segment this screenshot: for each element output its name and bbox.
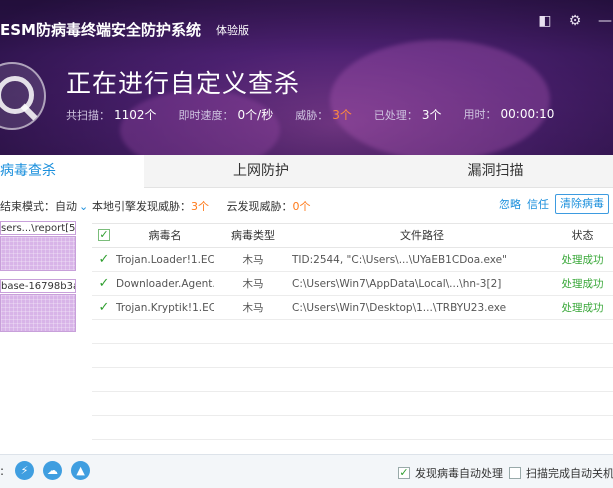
status-footer: : ⚡ ☁ ▲ ✓ 发现病毒自动处理 扫描完成自动关机 [0,454,613,488]
ignore-link[interactable]: 忽略 [499,196,521,212]
table-row[interactable]: ✓ Trojan.Loader!1.EC... 木马 TID:2544, "C:… [92,248,613,272]
scan-magnifier-icon [0,62,46,130]
table-row[interactable]: ✓ Downloader.Agent... 木马 C:\Users\Win7\A… [92,272,613,296]
checkmark-icon: ✓ [98,300,110,315]
checkmark-icon: ✓ [98,252,110,267]
cloud-upload-icon[interactable]: ▲ [71,461,91,480]
auto-shutdown-checkbox[interactable] [509,467,521,479]
threat-panel: 本地引擎发现威胁：3个 云发现威胁：0个 忽略 信任 清除病毒 ✓ 病毒名 病毒… [92,188,613,454]
stat-scanned: 共扫描： 1102个 [66,108,157,122]
checkmark-icon: ✓ [98,276,110,291]
empty-row [92,392,613,416]
table-header: ✓ 病毒名 病毒类型 文件路径 状态 [92,224,613,248]
empty-row [92,344,613,368]
scan-status-title: 正在进行自定义查杀 [66,69,301,98]
threat-summary: 本地引擎发现威胁：3个 云发现威胁：0个 [92,200,311,213]
scan-path-item: sers...\report[5] [0,221,76,235]
footer-tools: : ⚡ ☁ ▲ [0,461,91,480]
tab-vuln-scan[interactable]: 漏洞扫描 [378,155,613,188]
app-title: ESM防病毒终端安全防护系统 [0,21,201,39]
col-status: 状态 [571,229,594,242]
window-controls: ◧ ⚙ — [537,13,613,29]
auto-handle-option[interactable]: ✓ 发现病毒自动处理 [398,465,503,481]
empty-row [92,320,613,344]
lightning-icon[interactable]: ⚡ [15,461,35,480]
edition-badge: 体验版 [216,24,249,37]
stat-speed: 即时速度： 0个/秒 [178,108,274,122]
cloud-icon[interactable]: ☁ [43,461,63,480]
stat-threats: 威胁： 3个 [295,108,352,122]
col-file-path: 文件路径 [400,229,444,242]
stat-elapsed: 用时： 00:00:10 [463,107,555,121]
auto-shutdown-option[interactable]: 扫描完成自动关机 [509,465,613,481]
main-tabs: 病毒查杀 上网防护 漏洞扫描 [0,155,613,188]
end-mode-selector[interactable]: 结束模式：自动 ⌄ [0,198,88,214]
stat-handled: 已处理： 3个 [373,108,442,122]
skin-icon[interactable]: ◧ [537,13,553,29]
table-row[interactable]: ✓ Trojan.Kryptik!1.EC... 木马 C:\Users\Win… [92,296,613,320]
select-all-checkbox[interactable]: ✓ [98,229,110,241]
tab-virus-scan[interactable]: 病毒查杀 [0,155,144,188]
scan-side-panel: 结束模式：自动⌄ sers...\report[5] base-16798b3a… [0,188,88,454]
scan-progress-block [0,294,76,332]
empty-row [92,368,613,392]
scan-path-item: base-16798b3ae [0,279,76,293]
header-banner: ESM防病毒终端安全防护系统 体验版 ◧ ⚙ — 正在进行自定义查杀 共扫描： 1… [0,0,613,155]
col-virus-name: 病毒名 [148,229,182,242]
threat-actions: 忽略 信任 清除病毒 [499,194,609,214]
settings-icon[interactable]: ⚙ [567,13,583,29]
auto-handle-checkbox[interactable]: ✓ [398,467,410,479]
col-virus-type: 病毒类型 [231,229,275,242]
trust-link[interactable]: 信任 [527,196,549,212]
minimize-icon[interactable]: — [597,13,613,29]
tab-web-protection[interactable]: 上网防护 [144,155,378,188]
chevron-down-icon: ⌄ [79,200,89,213]
scan-stats: 共扫描： 1102个 即时速度： 0个/秒 威胁： 3个 已处理： 3个 用时： 00:0… [66,106,576,123]
clear-virus-button[interactable]: 清除病毒 [555,194,609,214]
empty-row [92,416,613,440]
threat-table: ✓ 病毒名 病毒类型 文件路径 状态 ✓ Trojan.Loader!1.EC.… [92,223,613,445]
scan-progress-block [0,236,76,271]
